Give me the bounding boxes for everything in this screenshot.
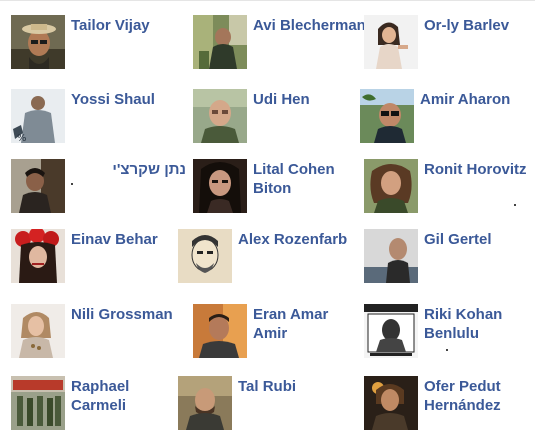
profile-photo-icon[interactable] — [364, 159, 418, 213]
profile-photo-icon[interactable] — [364, 376, 418, 430]
friend-name[interactable]: Udi Hen — [253, 90, 363, 109]
stray-mark — [514, 204, 516, 206]
stray-mark — [446, 349, 448, 351]
profile-photo-icon[interactable] — [178, 376, 232, 430]
friend-name[interactable]: Tailor Vijay — [71, 16, 181, 35]
stray-mark — [71, 183, 73, 185]
profile-photo-icon[interactable] — [193, 89, 247, 143]
friend-name[interactable]: Ofer Pedut Hernández — [424, 377, 535, 415]
profile-photo-icon[interactable] — [360, 89, 414, 143]
profile-photo-icon[interactable] — [193, 304, 247, 358]
friend-name[interactable]: Nili Grossman — [71, 305, 181, 324]
friend-name[interactable]: Ronit Horovitz — [424, 160, 534, 179]
profile-photo-icon[interactable] — [11, 229, 65, 283]
profile-photo-icon[interactable] — [364, 15, 418, 69]
friend-name[interactable]: Amir Aharon — [420, 90, 535, 109]
friend-name[interactable]: נתן שקרצ'י — [91, 160, 186, 179]
profile-photo-icon[interactable] — [364, 229, 418, 283]
svg-text:%: % — [17, 133, 27, 143]
profile-photo-icon[interactable] — [178, 229, 232, 283]
friend-name[interactable]: Einav Behar — [71, 230, 181, 249]
profile-photo-icon[interactable] — [11, 376, 65, 430]
friend-name[interactable]: Tal Rubi — [238, 377, 348, 396]
profile-photo-icon[interactable] — [193, 15, 247, 69]
friend-name[interactable]: Avi Blecherman — [253, 16, 368, 35]
profile-photo-icon[interactable]: % — [11, 89, 65, 143]
friend-name[interactable]: Yossi Shaul — [71, 90, 181, 109]
friend-name[interactable]: Alex Rozenfarb — [238, 230, 348, 249]
profile-photo-icon[interactable] — [11, 304, 65, 358]
friend-name[interactable]: Riki Kohan Benlulu — [424, 305, 534, 343]
friend-name[interactable]: Lital Cohen Biton — [253, 160, 368, 198]
profile-photo-icon[interactable] — [11, 15, 65, 69]
profile-photo-icon[interactable] — [193, 159, 247, 213]
friend-name[interactable]: Or-ly Barlev — [424, 16, 534, 35]
friend-name[interactable]: Eran Amar Amir — [253, 305, 363, 343]
friend-name[interactable]: Gil Gertel — [424, 230, 534, 249]
profile-photo-icon[interactable] — [364, 304, 418, 358]
friends-grid: Tailor Vijay Avi Blecherman Or-ly Barlev… — [0, 0, 535, 445]
profile-photo-icon[interactable] — [11, 159, 65, 213]
friend-name[interactable]: Raphael Carmeli — [71, 377, 181, 415]
